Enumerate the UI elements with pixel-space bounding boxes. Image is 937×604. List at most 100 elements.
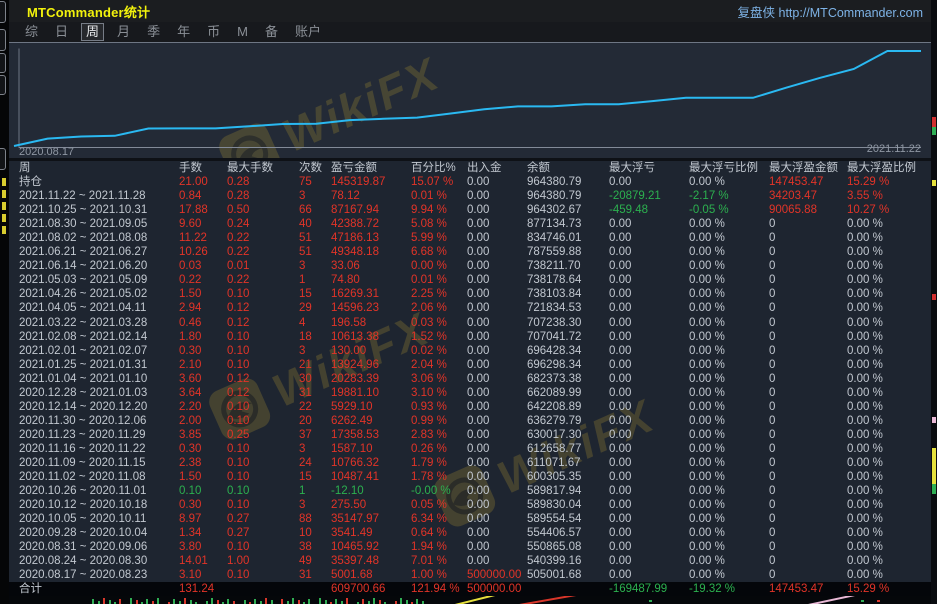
- menu-item-季[interactable]: 季: [143, 24, 164, 40]
- week-row[interactable]: 2020.11.23 ~ 2020.11.293.850.253717358.5…: [9, 428, 931, 442]
- cell-出入金: 0.00: [467, 386, 527, 400]
- week-row[interactable]: 2020.10.12 ~ 2020.10.180.300.103275.500.…: [9, 498, 931, 512]
- week-row[interactable]: 2020.08.17 ~ 2020.08.233.100.10315001.68…: [9, 568, 931, 582]
- cell-出入金: 0.00: [467, 498, 527, 512]
- cell-手数: 2.94: [179, 301, 227, 315]
- menu-item-日[interactable]: 日: [51, 24, 72, 40]
- cell-手数: 10.26: [179, 245, 227, 259]
- cell-周: 2021.02.08 ~ 2021.02.14: [19, 330, 179, 344]
- week-row[interactable]: 2020.12.14 ~ 2020.12.202.200.10225929.10…: [9, 400, 931, 414]
- cell-出入金: 0.00: [467, 428, 527, 442]
- menu-item-币[interactable]: 币: [203, 24, 224, 40]
- week-row[interactable]: 2021.11.22 ~ 2021.11.280.840.28378.120.0…: [9, 189, 931, 203]
- open-positions-row[interactable]: 持仓21.000.2875145319.8715.07 %0.00964380.…: [9, 175, 931, 189]
- cell-百分比%: 0.03 %: [411, 316, 467, 330]
- cell-最大浮亏: 0.00: [609, 484, 689, 498]
- cell-余额: 554406.57: [527, 526, 609, 540]
- cell-最大手数: 0.10: [227, 456, 299, 470]
- cell-余额: 964380.79: [527, 175, 609, 189]
- equity-chart[interactable]: WikiFX2020.08.172021.11.22: [9, 42, 931, 158]
- week-row[interactable]: 2021.08.30 ~ 2021.09.059.600.244042388.7…: [9, 217, 931, 231]
- cell-出入金: 0.00: [467, 273, 527, 287]
- week-row[interactable]: 2021.04.05 ~ 2021.04.112.940.122914596.2…: [9, 301, 931, 315]
- menu-item-M[interactable]: M: [233, 24, 252, 40]
- background-trend-line: [649, 600, 652, 602]
- cell-盈亏金额: 74.80: [331, 273, 411, 287]
- week-row[interactable]: 2021.08.02 ~ 2021.08.0811.220.225147186.…: [9, 231, 931, 245]
- brand-link[interactable]: 复盘侠 http://MTCommander.com: [738, 2, 923, 21]
- menu-item-综[interactable]: 综: [21, 24, 42, 40]
- column-header: 最大浮亏比例: [689, 161, 769, 175]
- menu-item-月[interactable]: 月: [113, 24, 134, 40]
- background-tick: [416, 599, 418, 604]
- cell-余额: 612658.77: [527, 442, 609, 456]
- week-row[interactable]: 2021.04.26 ~ 2021.05.021.500.101516269.3…: [9, 287, 931, 301]
- week-row[interactable]: 2020.10.05 ~ 2020.10.118.970.278835147.9…: [9, 512, 931, 526]
- cell-出入金: 0.00: [467, 301, 527, 315]
- cell-最大手数: 0.12: [227, 372, 299, 386]
- total-row[interactable]: 合计131.24609700.66121.94 %500000.00-16948…: [9, 582, 931, 596]
- cell-周: 2020.08.24 ~ 2020.08.30: [19, 554, 179, 568]
- week-row[interactable]: 2020.11.02 ~ 2020.11.081.500.101510487.4…: [9, 470, 931, 484]
- week-row[interactable]: 2020.10.26 ~ 2020.11.010.100.101-12.10-0…: [9, 484, 931, 498]
- cell-余额: 738103.84: [527, 287, 609, 301]
- cell-最大浮亏: 0.00: [609, 231, 689, 245]
- cell-最大浮亏比例: 0.00 %: [689, 301, 769, 315]
- cell-百分比%: 3.06 %: [411, 372, 467, 386]
- week-row[interactable]: 2021.02.08 ~ 2021.02.141.800.101810613.3…: [9, 330, 931, 344]
- week-row[interactable]: 2021.01.25 ~ 2021.01.312.100.102113924.9…: [9, 358, 931, 372]
- cell-盈亏金额: 49348.18: [331, 245, 411, 259]
- week-row[interactable]: 2020.11.30 ~ 2020.12.062.000.10206262.49…: [9, 414, 931, 428]
- menu-item-账户[interactable]: 账户: [291, 24, 325, 40]
- week-row[interactable]: 2021.06.21 ~ 2021.06.2710.260.225149348.…: [9, 245, 931, 259]
- cell-最大浮盈比例: 0.00 %: [847, 484, 931, 498]
- week-row[interactable]: 2021.01.04 ~ 2021.01.103.600.123020283.3…: [9, 372, 931, 386]
- column-header: 周: [19, 161, 179, 175]
- week-row[interactable]: 2020.11.16 ~ 2020.11.220.300.1031587.100…: [9, 442, 931, 456]
- cell-次数: 15: [299, 470, 331, 484]
- week-row[interactable]: 2020.08.24 ~ 2020.08.3014.011.004935397.…: [9, 554, 931, 568]
- cell-余额: 589554.54: [527, 512, 609, 526]
- cell-最大浮亏: 0.00: [609, 414, 689, 428]
- cell-最大浮亏比例: 0.00 %: [689, 372, 769, 386]
- background-tick: [373, 598, 375, 604]
- background-candle-edge: [932, 448, 936, 484]
- background-candle-edge: [932, 117, 936, 127]
- cell-最大浮亏比例: 0.00 %: [689, 540, 769, 554]
- cell-最大手数: 0.27: [227, 512, 299, 526]
- cell-次数: 30: [299, 372, 331, 386]
- cell-最大浮盈比例: 0.00 %: [847, 428, 931, 442]
- week-row[interactable]: 2021.06.14 ~ 2021.06.200.030.01333.060.0…: [9, 259, 931, 273]
- cell-最大浮亏: 0.00: [609, 540, 689, 554]
- cell-余额: 964302.67: [527, 203, 609, 217]
- menu-item-周[interactable]: 周: [81, 23, 104, 41]
- cell-最大浮盈比例: 0.00 %: [847, 512, 931, 526]
- column-header: 最大浮盈金额: [769, 161, 847, 175]
- cell-出入金: 0.00: [467, 484, 527, 498]
- cell-出入金: 0.00: [467, 414, 527, 428]
- week-row[interactable]: 2021.02.01 ~ 2021.02.070.300.103130.000.…: [9, 344, 931, 358]
- week-row[interactable]: 2021.03.22 ~ 2021.03.280.460.124196.580.…: [9, 316, 931, 330]
- menu-item-年[interactable]: 年: [173, 24, 194, 40]
- cell-最大手数: 0.22: [227, 231, 299, 245]
- background-trend-line: [507, 596, 576, 604]
- cell-百分比%: 5.99 %: [411, 231, 467, 245]
- cell-出入金: 0.00: [467, 400, 527, 414]
- background-tick: [244, 600, 246, 604]
- cell-最大浮亏比例: 0.00 %: [689, 568, 769, 582]
- cell-周: 2020.12.14 ~ 2020.12.20: [19, 400, 179, 414]
- week-row[interactable]: 2020.11.09 ~ 2020.11.152.380.102410766.3…: [9, 456, 931, 470]
- background-tick: [211, 598, 213, 604]
- menu-item-备[interactable]: 备: [261, 24, 282, 40]
- cell-次数: 3: [299, 442, 331, 456]
- cell-盈亏金额: 5001.68: [331, 568, 411, 582]
- week-row[interactable]: 2020.08.31 ~ 2020.09.063.800.103810465.9…: [9, 540, 931, 554]
- window-title: MTCommander统计: [27, 2, 150, 21]
- week-row[interactable]: 2021.10.25 ~ 2021.10.3117.880.506687167.…: [9, 203, 931, 217]
- week-row[interactable]: 2021.05.03 ~ 2021.05.090.220.22174.800.0…: [9, 273, 931, 287]
- week-row[interactable]: 2020.09.28 ~ 2020.10.041.340.27103541.49…: [9, 526, 931, 540]
- cell-盈亏金额: 10766.32: [331, 456, 411, 470]
- background-tick: [362, 599, 364, 604]
- cell-最大浮亏: -169487.99: [609, 582, 689, 596]
- week-row[interactable]: 2020.12.28 ~ 2021.01.033.640.123119881.1…: [9, 386, 931, 400]
